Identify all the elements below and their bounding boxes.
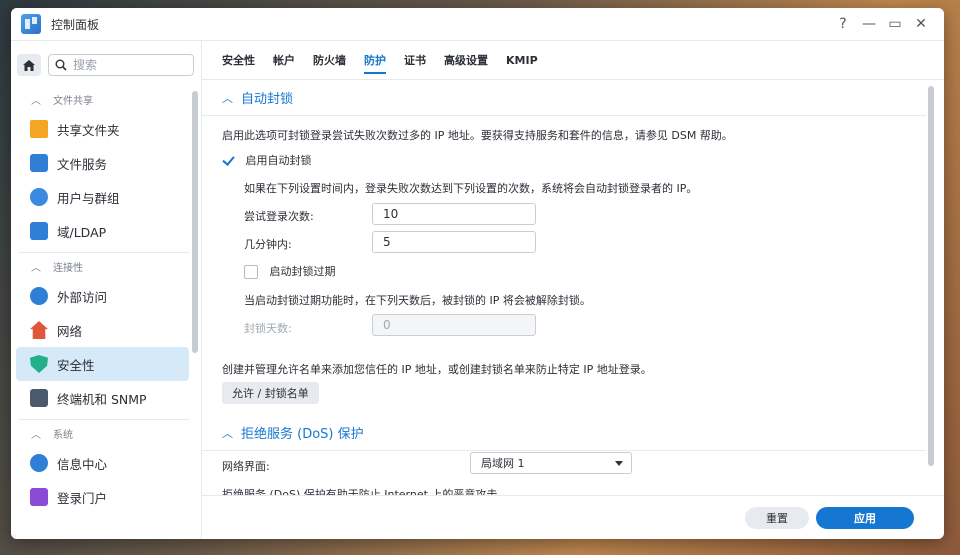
maximize-icon[interactable]: ▭ [882, 16, 908, 32]
autoblock-description: 启用此选项可封锁登录尝试失败次数过多的 IP 地址。要获得支持服务和套件的信息，… [222, 129, 733, 142]
tab-bar: 安全性 帐户 防火墙 防护 证书 高级设置 KMIP [202, 41, 944, 80]
expire-row[interactable]: 启动封锁过期 [244, 263, 336, 279]
dos-note: 拒绝服务 (DoS) 保护有助于防止 Internet 上的恶意攻击。 [222, 488, 509, 495]
section-title: 拒绝服务 (DoS) 保护 [241, 427, 364, 442]
footer-bar: 重置 应用 [202, 495, 944, 539]
home-icon [23, 59, 35, 71]
tab-security[interactable]: 安全性 [222, 41, 255, 80]
domain-ldap-icon [30, 222, 48, 240]
title-bar: 控制面板 ? — ▭ ✕ [11, 8, 944, 41]
autoblock-rule-text: 如果在下列设置时间内，登录失败次数达到下列设置的次数，系统将会自动封锁登录者的 … [244, 182, 698, 195]
minimize-icon[interactable]: — [856, 16, 882, 32]
block-days-input[interactable]: 0 [372, 314, 536, 336]
info-center-icon [30, 454, 48, 472]
chevron-up-icon: ︿ [31, 95, 41, 107]
help-icon[interactable]: ? [830, 16, 856, 32]
sidebar-item-shared-folder[interactable]: 共享文件夹 [16, 112, 189, 146]
close-icon[interactable]: ✕ [908, 16, 934, 32]
security-shield-icon [30, 355, 48, 373]
external-access-icon [30, 287, 48, 305]
caret-down-icon [615, 461, 623, 466]
sidebar-item-label: 终端机和 SNMP [57, 391, 147, 407]
tab-firewall[interactable]: 防火墙 [313, 41, 346, 80]
sidebar-item-label: 外部访问 [57, 289, 108, 305]
apply-button[interactable]: 应用 [816, 506, 914, 529]
sidebar-item-label: 登录门户 [57, 490, 108, 506]
control-panel-app-icon [21, 14, 41, 34]
enable-autoblock-checkbox[interactable] [222, 154, 236, 168]
tab-certificate[interactable]: 证书 [404, 41, 426, 80]
allow-block-list-button[interactable]: 允许 / 封锁名单 [222, 382, 319, 404]
search-icon [55, 59, 67, 71]
chevron-up-icon: ︿ [31, 429, 41, 441]
network-interface-label: 网络界面: [222, 460, 270, 473]
sidebar-item-label: 网络 [57, 323, 83, 339]
sidebar-group-system[interactable]: ︿ 系统 [11, 420, 189, 446]
sidebar-group-label: 连接性 [53, 262, 83, 274]
sidebar: ︿ 文件共享 共享文件夹 文件服务 用户与群组 域/LDAP [11, 41, 202, 539]
sidebar-item-terminal-snmp[interactable]: 终端机和 SNMP [16, 381, 189, 415]
content-scrollbar[interactable] [928, 86, 934, 466]
sidebar-item-file-services[interactable]: 文件服务 [16, 146, 189, 180]
sidebar-group-file-sharing[interactable]: ︿ 文件共享 [11, 86, 189, 112]
sidebar-group-label: 系统 [53, 429, 73, 441]
network-interface-value: 局域网 1 [481, 457, 525, 470]
sidebar-item-users-groups[interactable]: 用户与群组 [16, 180, 189, 214]
terminal-icon [30, 389, 48, 407]
minutes-input[interactable]: 5 [372, 231, 536, 253]
sidebar-item-domain-ldap[interactable]: 域/LDAP [16, 214, 189, 248]
attempts-input[interactable]: 10 [372, 203, 536, 225]
sidebar-group-connectivity[interactable]: ︿ 连接性 [11, 253, 189, 279]
attempts-label: 尝试登录次数: [244, 210, 314, 223]
protection-content: ︿ 自动封锁 启用此选项可封锁登录尝试失败次数过多的 IP 地址。要获得支持服务… [202, 80, 926, 495]
sidebar-item-network[interactable]: 网络 [16, 313, 189, 347]
section-title: 自动封锁 [241, 92, 294, 107]
sidebar-scrollbar[interactable] [192, 91, 198, 353]
tab-protection[interactable]: 防护 [364, 41, 386, 80]
home-button[interactable] [17, 54, 41, 76]
file-services-icon [30, 154, 48, 172]
window-controls: ? — ▭ ✕ [830, 16, 934, 32]
main-panel: 安全性 帐户 防火墙 防护 证书 高级设置 KMIP ︿ 自动封锁 启用此选项可… [202, 41, 944, 539]
sidebar-item-login-portal[interactable]: 登录门户 [16, 480, 189, 514]
sidebar-group-label: 文件共享 [53, 95, 93, 107]
autoblock-section-header[interactable]: ︿ 自动封锁 [202, 80, 926, 116]
block-days-label: 封锁天数: [244, 322, 292, 335]
tab-account[interactable]: 帐户 [273, 41, 295, 80]
network-icon [30, 321, 48, 339]
expire-text: 当启动封锁过期功能时，在下列天数后，被封锁的 IP 将会被解除封锁。 [244, 294, 591, 307]
sidebar-item-security[interactable]: 安全性 [16, 347, 189, 381]
network-interface-select[interactable]: 局域网 1 [470, 452, 632, 474]
enable-autoblock-row[interactable]: 启用自动封锁 [222, 152, 312, 168]
reset-button[interactable]: 重置 [745, 506, 809, 529]
sidebar-list: ︿ 文件共享 共享文件夹 文件服务 用户与群组 域/LDAP ︿ 连接性 外部访… [11, 86, 189, 514]
sidebar-item-label: 共享文件夹 [57, 122, 120, 138]
chevron-up-icon: ︿ [222, 91, 233, 105]
dos-section-header[interactable]: ︿ 拒绝服务 (DoS) 保护 [202, 415, 926, 451]
chevron-up-icon: ︿ [31, 262, 41, 274]
tab-advanced[interactable]: 高级设置 [444, 41, 488, 80]
window-title: 控制面板 [51, 17, 100, 32]
enable-expire-checkbox[interactable] [244, 265, 258, 279]
sidebar-item-label: 文件服务 [57, 156, 108, 172]
enable-autoblock-label: 启用自动封锁 [245, 154, 312, 167]
sidebar-item-label: 安全性 [57, 357, 95, 373]
sidebar-item-label: 域/LDAP [57, 224, 107, 240]
user-group-icon [30, 188, 48, 206]
login-portal-icon [30, 488, 48, 506]
sidebar-item-label: 用户与群组 [57, 190, 120, 206]
shared-folder-icon [30, 120, 48, 138]
sidebar-item-info-center[interactable]: 信息中心 [16, 446, 189, 480]
control-panel-window: 控制面板 ? — ▭ ✕ ︿ 文件共享 [11, 8, 944, 539]
allow-block-text: 创建并管理允许名单来添加您信任的 IP 地址，或创建封锁名单来防止特定 IP 地… [222, 363, 652, 376]
chevron-up-icon: ︿ [222, 426, 233, 440]
tab-kmip[interactable]: KMIP [506, 41, 538, 80]
search-box[interactable] [48, 54, 194, 76]
search-input[interactable] [73, 58, 173, 72]
sidebar-item-label: 信息中心 [57, 456, 108, 472]
minutes-label: 几分钟内: [244, 238, 292, 251]
sidebar-item-external-access[interactable]: 外部访问 [16, 279, 189, 313]
enable-expire-label: 启动封锁过期 [269, 265, 336, 278]
